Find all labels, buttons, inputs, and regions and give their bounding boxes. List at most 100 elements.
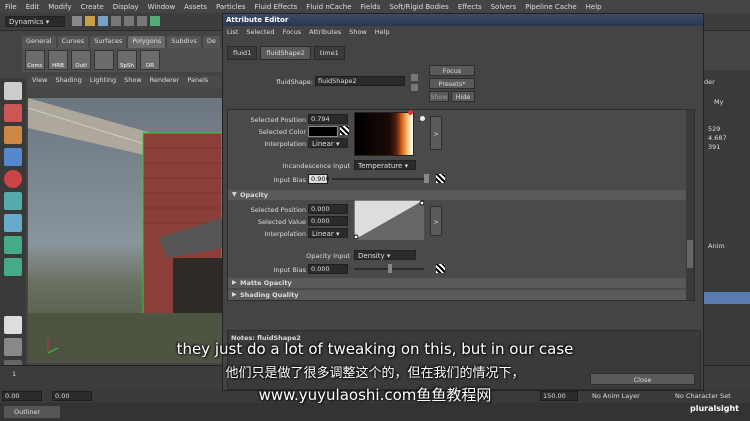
shelf-tab-5[interactable]: De <box>202 36 220 48</box>
ae-menu-item-4[interactable]: Show <box>349 28 367 36</box>
shelf-button-3[interactable] <box>94 50 114 70</box>
hide-button[interactable]: Hide <box>451 91 475 102</box>
node-name-field[interactable]: fluidShape2 <box>315 76 405 86</box>
shelf-button-4[interactable]: SpSh <box>117 50 137 70</box>
scale-tool-icon[interactable] <box>4 192 22 210</box>
shelf-button-0[interactable]: Comc <box>25 50 45 70</box>
menu-item-4[interactable]: Display <box>113 3 139 11</box>
ramp-expand-button[interactable]: > <box>430 116 442 150</box>
ramp-handle-icon[interactable] <box>420 116 425 121</box>
incandescence-input-bias-field[interactable]: 0.900 <box>308 174 330 184</box>
opacity-section-header[interactable]: ▼ Opacity <box>228 190 694 200</box>
shelf-tab-1[interactable]: Curves <box>57 36 89 48</box>
ramp-handle-icon[interactable] <box>408 110 413 115</box>
incandescence-input-dropdown[interactable]: Temperature ▾ <box>354 160 416 170</box>
menu-item-7[interactable]: Particles <box>216 3 246 11</box>
quick-layout-icon[interactable] <box>4 258 22 276</box>
incandescence-interpolation-dropdown[interactable]: Linear ▾ <box>308 138 348 148</box>
menu-item-3[interactable]: Create <box>80 3 103 11</box>
ae-tab-0[interactable]: fluid1 <box>227 46 258 60</box>
paint-select-tool-icon[interactable] <box>4 126 22 144</box>
shelf-tab-2[interactable]: Surfaces <box>90 36 127 48</box>
ae-menu-item-2[interactable]: Focus <box>283 28 302 36</box>
shelf-button-5[interactable]: DR <box>140 50 160 70</box>
outliner-tab[interactable]: Outliner <box>4 406 60 418</box>
menu-item-10[interactable]: Fields <box>361 3 381 11</box>
shelf-button-1[interactable]: HRB <box>48 50 68 70</box>
focus-button[interactable]: Focus <box>429 65 475 76</box>
ae-tab-1[interactable]: fluidShape2 <box>260 46 311 60</box>
select-component-icon[interactable] <box>137 16 147 26</box>
ae-menu-item-3[interactable]: Attributes <box>309 28 341 36</box>
map-checker-icon[interactable] <box>436 174 445 183</box>
single-pane-icon[interactable] <box>4 316 22 334</box>
manipulator-tool-icon[interactable] <box>4 214 22 232</box>
lasso-tool-icon[interactable] <box>4 104 22 122</box>
color-checker-icon[interactable] <box>340 126 349 135</box>
rotate-tool-icon[interactable] <box>4 170 22 188</box>
node-select-icon[interactable] <box>411 74 418 81</box>
incandescence-ramp[interactable] <box>354 112 414 156</box>
menu-item-6[interactable]: Assets <box>184 3 207 11</box>
ramp-expand-button[interactable]: > <box>430 206 442 236</box>
show-button[interactable]: Show <box>429 91 449 102</box>
opacity-input-dropdown[interactable]: Density ▾ <box>354 250 416 260</box>
selected-layer[interactable] <box>704 292 750 304</box>
menu-item-2[interactable]: Modify <box>48 3 71 11</box>
menu-item-9[interactable]: Fluid nCache <box>306 3 351 11</box>
map-checker-icon[interactable] <box>436 264 445 273</box>
ae-menu-item-5[interactable]: Help <box>375 28 390 36</box>
ae-menu-item-0[interactable]: List <box>227 28 238 36</box>
attribute-scroll-area[interactable]: Selected Position 0.794 Selected Color I… <box>227 109 695 301</box>
node-load-icon[interactable] <box>411 84 418 91</box>
slider-handle-icon[interactable] <box>388 264 392 273</box>
channel-value[interactable]: 4.687 <box>708 134 727 142</box>
last-tool-icon[interactable] <box>4 236 22 254</box>
open-scene-icon[interactable] <box>85 16 95 26</box>
select-hierarchy-icon[interactable] <box>111 16 121 26</box>
viewport-menu-item-2[interactable]: Lighting <box>90 76 116 87</box>
opacity-position-field[interactable]: 0.000 <box>308 204 348 214</box>
opacity-value-field[interactable]: 0.000 <box>308 216 348 226</box>
select-object-icon[interactable] <box>124 16 134 26</box>
menu-item-1[interactable]: Edit <box>26 3 40 11</box>
scrollbar[interactable] <box>686 110 694 300</box>
move-tool-icon[interactable] <box>4 148 22 166</box>
menu-item-14[interactable]: Pipeline Cache <box>525 3 576 11</box>
ae-menu-item-1[interactable]: Selected <box>246 28 274 36</box>
new-scene-icon[interactable] <box>72 16 82 26</box>
incandescence-position-field[interactable]: 0.794 <box>308 114 348 124</box>
opacity-ramp[interactable] <box>354 200 424 240</box>
shelf-tab-3[interactable]: Polygons <box>128 36 166 48</box>
menu-item-0[interactable]: File <box>5 3 17 11</box>
menu-item-12[interactable]: Effects <box>458 3 482 11</box>
presets-button[interactable]: Presets* <box>429 78 475 89</box>
incandescence-color-swatch[interactable] <box>308 126 338 137</box>
channel-value[interactable]: 391 <box>708 143 720 151</box>
select-tool-icon[interactable] <box>4 82 22 100</box>
matte-opacity-section-header[interactable]: ▶ Matte Opacity <box>228 278 694 288</box>
layer-editor-tab[interactable]: Anim <box>708 242 725 250</box>
viewport-menu-item-4[interactable]: Renderer <box>150 76 180 87</box>
viewport[interactable] <box>28 98 222 363</box>
menu-item-11[interactable]: Soft/Rigid Bodies <box>389 3 448 11</box>
menu-item-15[interactable]: Help <box>586 3 602 11</box>
shelf-tab-0[interactable]: General <box>22 36 56 48</box>
shading-quality-section-header[interactable]: ▶ Shading Quality <box>228 290 694 300</box>
input-bias-slider[interactable] <box>332 178 424 180</box>
menu-item-5[interactable]: Window <box>148 3 176 11</box>
ae-tab-2[interactable]: time1 <box>313 46 345 60</box>
snap-icon[interactable] <box>150 16 160 26</box>
slider-handle-icon[interactable] <box>424 174 429 183</box>
shelf-tab-4[interactable]: Subdivs <box>167 36 201 48</box>
opacity-interpolation-dropdown[interactable]: Linear ▾ <box>308 228 348 238</box>
opacity-input-bias-field[interactable]: 0.000 <box>308 264 348 274</box>
scrollbar-thumb[interactable] <box>687 240 693 268</box>
menu-item-13[interactable]: Solvers <box>491 3 517 11</box>
mode-dropdown[interactable]: Dynamics ▾ <box>5 16 65 27</box>
notes-panel[interactable]: Notes: fluidShape2 Close <box>227 330 701 390</box>
channel-value[interactable]: 529 <box>708 125 720 133</box>
viewport-menu-item-5[interactable]: Panels <box>187 76 208 87</box>
viewport-menu-item-0[interactable]: View <box>32 76 47 87</box>
viewport-menu-item-3[interactable]: Show <box>124 76 142 87</box>
